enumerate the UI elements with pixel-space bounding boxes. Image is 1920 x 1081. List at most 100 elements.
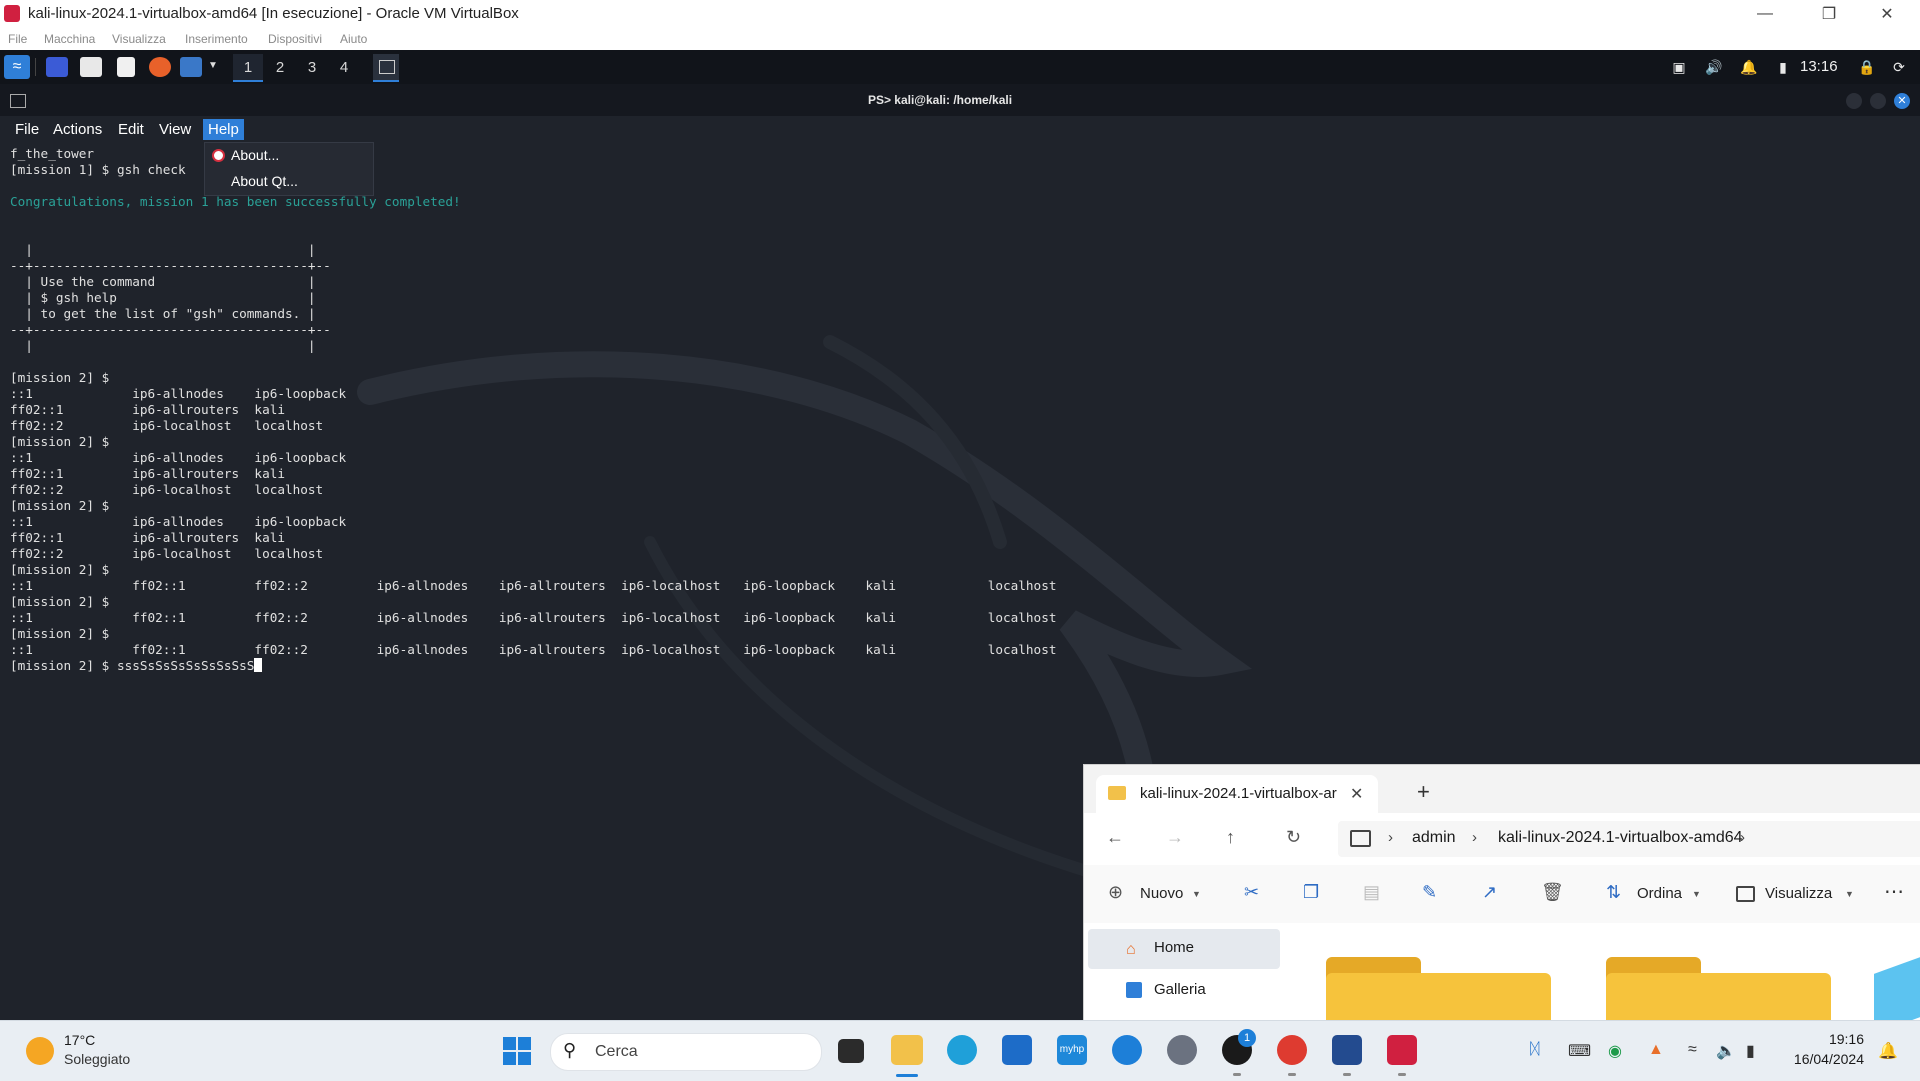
vbox-menu-devices[interactable]: Dispositivi [268, 32, 322, 46]
delete-icon[interactable]: 🗑 [1541, 882, 1564, 903]
vbox-menu-help[interactable]: Aiuto [340, 32, 367, 46]
more-options-icon[interactable]: ⋯ [1884, 879, 1905, 904]
notification-bell-icon[interactable]: 🔔 [1878, 1041, 1898, 1061]
get-help-icon[interactable] [1112, 1035, 1142, 1065]
terminal-menu-help[interactable]: Help [203, 119, 244, 140]
menu-item-about-qt[interactable]: About Qt... [231, 173, 298, 189]
kali-menu-icon[interactable]: ≈ [4, 55, 30, 79]
vbox-menu-input[interactable]: Inserimento [185, 32, 248, 46]
terminal-maximize-button[interactable] [1870, 93, 1886, 109]
volume-icon[interactable]: 🔊 [1705, 58, 1723, 76]
edge-icon[interactable] [947, 1035, 977, 1065]
microsoft-store-icon[interactable] [1002, 1035, 1032, 1065]
lock-icon[interactable]: 🔒 [1858, 58, 1876, 76]
panel-clock[interactable]: 13:16 [1800, 58, 1838, 75]
start-tile [518, 1037, 531, 1050]
close-tab-icon[interactable]: ✕ [1350, 784, 1363, 804]
workspace-2[interactable]: 2 [265, 54, 295, 80]
paste-icon[interactable]: ▤ [1363, 882, 1380, 903]
virtualbox-taskbar-icon[interactable] [1332, 1035, 1362, 1065]
battery-icon[interactable]: ▮ [1746, 1041, 1755, 1061]
new-button[interactable]: Nuovo [1140, 885, 1183, 902]
restore-button[interactable]: ❐ [1806, 0, 1852, 28]
terminal-menu-view[interactable]: View [154, 119, 196, 140]
search-placeholder: Cerca [595, 1043, 638, 1060]
weather-description[interactable]: Soleggiato [64, 1051, 130, 1067]
battery-icon[interactable]: ▮ [1774, 58, 1792, 76]
minimize-button[interactable]: — [1742, 0, 1788, 28]
desktop-icon[interactable] [46, 57, 68, 77]
terminal-line: Congratulations, mission 1 has been succ… [10, 194, 461, 209]
vbox-menu-file[interactable]: File [8, 32, 27, 46]
refresh-icon[interactable]: ↻ [1286, 827, 1301, 848]
copy-icon[interactable]: ❐ [1303, 882, 1319, 903]
gallery-icon [1126, 982, 1142, 998]
menu-item-about[interactable]: About... [231, 147, 279, 163]
terminal-line: ff02::1 ip6-allrouters kali [10, 466, 285, 481]
terminal-menu-actions[interactable]: Actions [48, 119, 107, 140]
breadcrumb-admin[interactable]: admin [1412, 829, 1456, 847]
terminal-line: --+------------------------------------+… [10, 258, 331, 273]
rename-icon[interactable]: ✎ [1422, 882, 1437, 903]
cut-icon[interactable]: ✂ [1244, 882, 1259, 903]
workspace-3[interactable]: 3 [297, 54, 327, 80]
sort-button[interactable]: Ordina [1637, 885, 1682, 902]
display-icon[interactable]: ▣ [1670, 58, 1688, 76]
kali-vm-taskbar-icon[interactable] [1387, 1035, 1417, 1065]
windows-start-icon[interactable] [503, 1037, 531, 1065]
weather-temperature[interactable]: 17°C [64, 1032, 95, 1048]
workspace-1[interactable]: 1 [233, 54, 263, 82]
speaker-icon[interactable]: 🔈 [1716, 1041, 1736, 1061]
terminal-menubar: File Actions Edit View Help [0, 116, 1920, 142]
firefox-icon[interactable] [149, 57, 171, 77]
workspace-4[interactable]: 4 [329, 54, 359, 80]
explorer-tab[interactable]: kali-linux-2024.1-virtualbox-ar ✕ [1096, 775, 1378, 813]
explorer-taskbar-icon[interactable] [891, 1035, 923, 1065]
myhp-icon[interactable]: myhp [1057, 1035, 1087, 1065]
notification-bell-icon[interactable]: 🔔 [1740, 58, 1758, 76]
terminal-minimize-button[interactable] [1846, 93, 1862, 109]
breadcrumb-separator-icon: › [1472, 829, 1477, 846]
chevron-down-icon[interactable]: ▼ [208, 60, 218, 71]
taskbar-time[interactable]: 19:16 [1784, 1031, 1864, 1047]
view-button[interactable]: Visualizza [1765, 885, 1832, 902]
address-bar[interactable]: › admin › kali-linux-2024.1-virtualbox-a… [1338, 821, 1920, 857]
back-arrow-icon[interactable]: ← [1106, 827, 1124, 848]
taskbar-date[interactable]: 16/04/2024 [1784, 1051, 1864, 1067]
task-view-icon[interactable] [838, 1039, 864, 1063]
sort-icon: ⇅ [1606, 882, 1622, 902]
terminal-close-button[interactable]: ✕ [1894, 93, 1910, 109]
forward-arrow-icon[interactable]: → [1166, 827, 1184, 848]
vbox-menu-view[interactable]: Visualizza [112, 32, 166, 46]
breadcrumb-current-folder[interactable]: kali-linux-2024.1-virtualbox-amd64 [1498, 829, 1743, 847]
close-window-button[interactable]: ✕ [1864, 0, 1910, 28]
sidebar-item-home[interactable]: ⌂ Home [1088, 929, 1280, 969]
share-icon[interactable]: ↗ [1482, 882, 1497, 903]
terminal-launcher-icon[interactable] [180, 57, 202, 77]
security-shield-icon[interactable]: ◉ [1608, 1041, 1622, 1061]
text-editor-icon[interactable] [117, 57, 135, 77]
avast-icon[interactable]: ▲ [1648, 1041, 1664, 1059]
virtualbox-titlebar: kali-linux-2024.1-virtualbox-amd64 [In e… [0, 0, 1920, 28]
chrome-icon[interactable] [1277, 1035, 1307, 1065]
logout-icon[interactable]: ⟳ [1890, 58, 1908, 76]
new-tab-icon[interactable]: + [1417, 779, 1430, 805]
terminal-line: [mission 2] $ [10, 594, 110, 609]
terminal-menu-edit[interactable]: Edit [113, 119, 149, 140]
file-manager-icon[interactable] [80, 57, 102, 77]
up-arrow-icon[interactable]: ↑ [1226, 827, 1235, 848]
terminal-line: ::1 ff02::1 ff02::2 ip6-allnodes ip6-all… [10, 578, 1057, 593]
wifi-icon[interactable]: ≈ [1688, 1041, 1697, 1059]
terminal-menu-file[interactable]: File [10, 119, 44, 140]
chevron-down-icon: ▼ [1845, 889, 1854, 899]
vbox-menu-machine[interactable]: Macchina [44, 32, 95, 46]
bluetooth-icon[interactable]: ᛞ [1530, 1041, 1540, 1059]
taskbar-terminal-window[interactable] [373, 54, 399, 82]
running-app-indicator [1233, 1073, 1241, 1076]
settings-gear-icon[interactable] [1167, 1035, 1197, 1065]
weather-sun-icon[interactable] [26, 1037, 54, 1065]
chevron-down-icon: ▼ [1692, 889, 1701, 899]
sidebar-item-gallery[interactable]: Galleria [1088, 969, 1280, 1009]
taskbar-search-box[interactable]: ⚲ Cerca [550, 1033, 822, 1071]
keyboard-layout-icon[interactable]: ⌨ [1568, 1041, 1591, 1061]
